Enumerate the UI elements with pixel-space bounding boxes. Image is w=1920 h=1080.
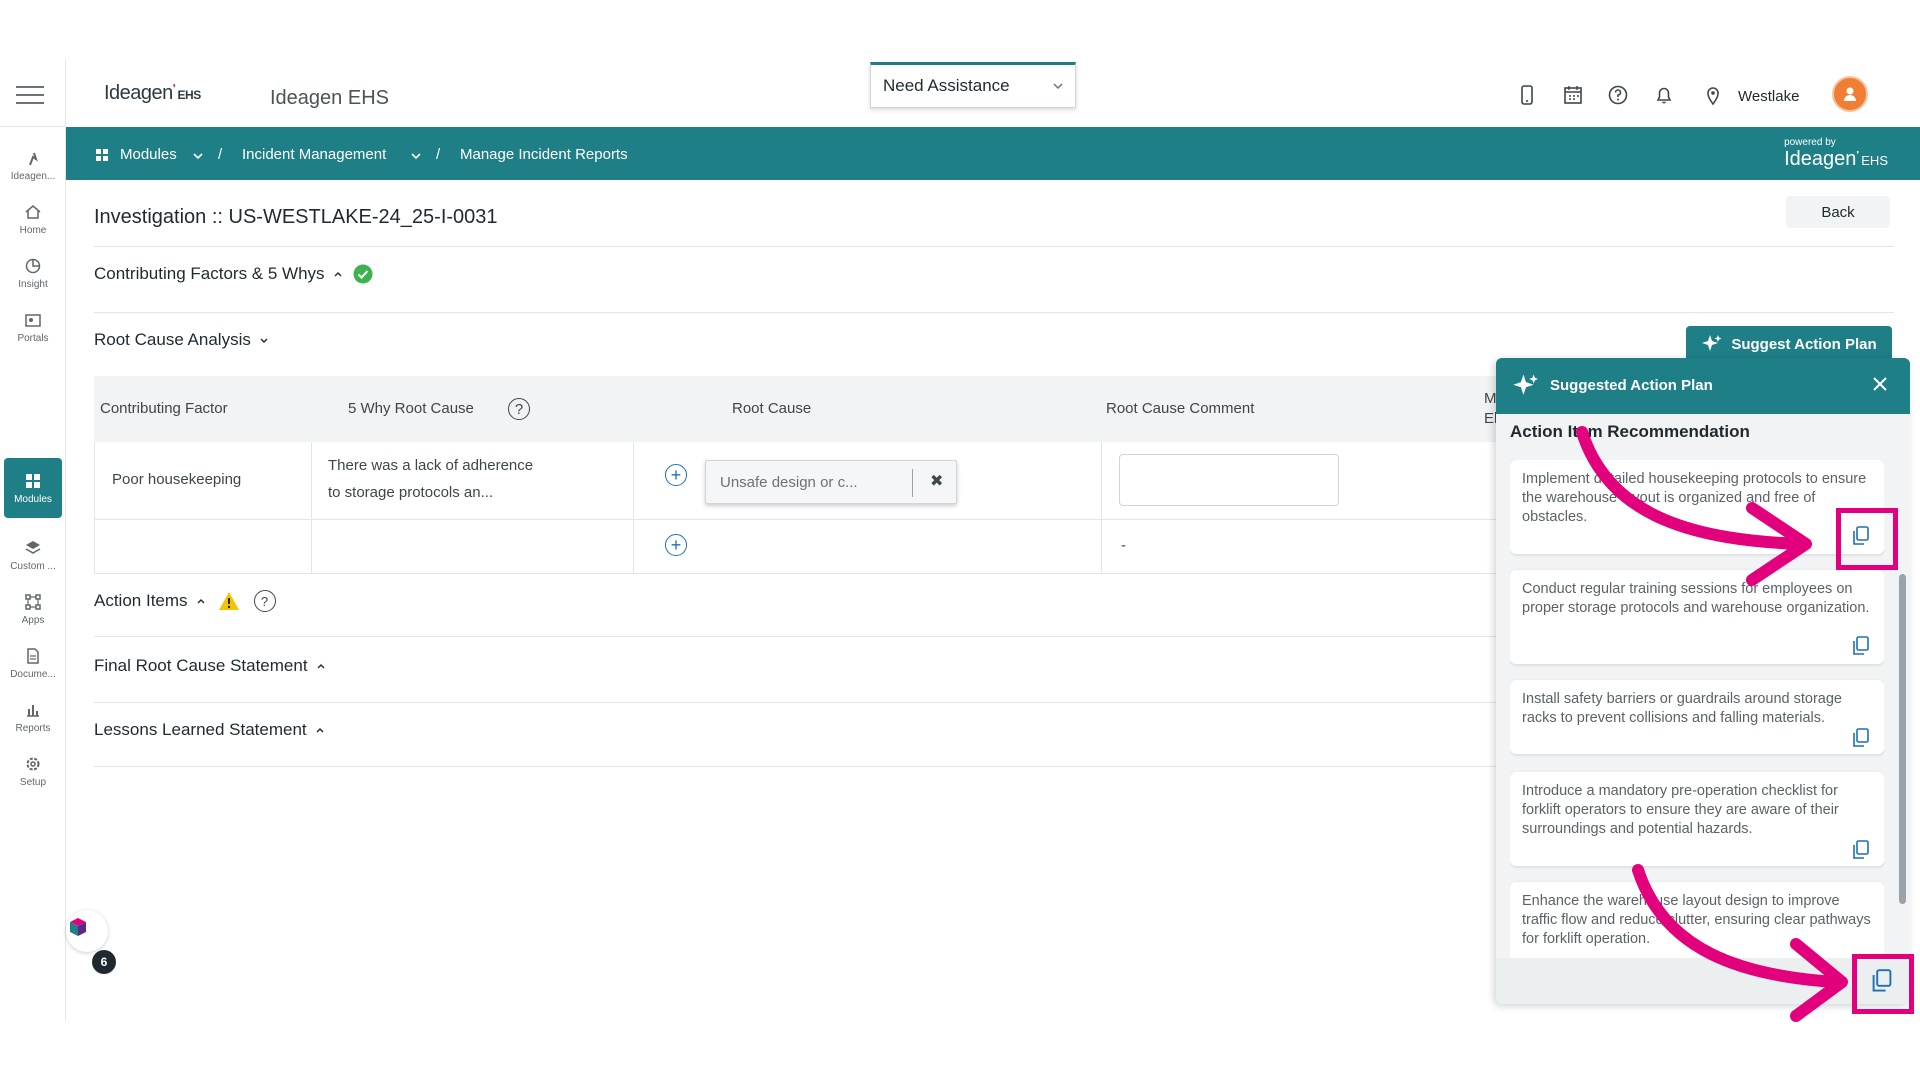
ideagen-logo-icon (29, 152, 38, 165)
help-icon[interactable]: ? (253, 590, 276, 612)
location-pin-icon[interactable] (1702, 84, 1724, 106)
copy-icon[interactable] (1852, 840, 1870, 860)
ideagen-logo[interactable]: Ideagen❜ EHS (104, 82, 201, 105)
section-root-cause-analysis[interactable]: Root Cause Analysis (94, 330, 269, 350)
chevron-down-icon[interactable] (410, 151, 422, 161)
recommendation-list: Implement detailed housekeeping protocol… (1510, 460, 1884, 960)
bell-icon[interactable] (1653, 84, 1675, 106)
highlight-box (1836, 508, 1898, 570)
chevron-down-icon[interactable] (192, 151, 204, 161)
recommendation-card: Conduct regular training sessions for em… (1510, 570, 1884, 664)
ideagen-cube-icon (70, 918, 86, 936)
sparkle-icon (1513, 374, 1539, 395)
recommendation-card: Introduce a mandatory pre-operation chec… (1510, 772, 1884, 866)
rail-item-insight[interactable]: Insight (4, 244, 62, 302)
logo-mark-icon: ❜ (1856, 149, 1860, 160)
breadcrumb-current[interactable]: Manage Incident Reports (460, 146, 628, 163)
section-final-root-cause[interactable]: Final Root Cause Statement (94, 656, 326, 676)
rail-item-reports[interactable]: Reports (4, 688, 62, 746)
pie-chart-icon (25, 258, 41, 273)
top-header: Ideagen❜ EHS Ideagen EHS Need Assistance … (66, 60, 1920, 127)
highlight-box (1852, 954, 1914, 1014)
gear-icon (26, 757, 40, 770)
contributing-factor-cell: Poor housekeeping (112, 471, 242, 488)
recommendation-card: Enhance the warehouse layout design to i… (1510, 882, 1884, 960)
panel-title: Suggested Action Plan (1550, 377, 1713, 394)
document-icon (27, 647, 39, 664)
why-root-cause-cell: There was a lack of adherence (328, 457, 534, 474)
panel-subtitle: Action Item Recommendation (1510, 422, 1750, 441)
section-action-items[interactable]: Action Items ? (94, 590, 276, 612)
rail-item-portals[interactable]: Portals (4, 298, 62, 356)
recommendation-card: Install safety barriers or guardrails ar… (1510, 680, 1884, 754)
back-button[interactable]: Back (1786, 196, 1890, 228)
section-lessons-learned[interactable]: Lessons Learned Statement (94, 720, 325, 740)
check-circle-icon (353, 264, 373, 284)
breadcrumb-modules[interactable]: Modules (120, 146, 177, 163)
table-row: + - (94, 520, 1594, 574)
user-icon (1844, 87, 1856, 101)
root-cause-select[interactable]: Unsafe design or c... ✖ (705, 460, 957, 504)
rail-item-custom[interactable]: Custom ... (4, 526, 62, 584)
rail-item-apps[interactable]: Apps (4, 580, 62, 638)
notification-count-badge: 6 (92, 950, 116, 974)
chevron-up-icon (334, 272, 342, 277)
user-avatar[interactable] (1832, 76, 1868, 112)
chevron-up-icon (317, 664, 325, 669)
chevron-down-icon (1053, 83, 1063, 90)
panel-header: Suggested Action Plan (1496, 358, 1910, 414)
root-cause-comment-cell: - (1121, 537, 1126, 554)
left-rail: Ideagen... Home Insight Portals Modules … (0, 60, 66, 1020)
rail-item-home[interactable]: Home (4, 190, 62, 248)
add-root-cause-icon[interactable]: + (665, 464, 687, 486)
close-icon[interactable] (1868, 372, 1892, 396)
panel-scrollbar[interactable] (1899, 574, 1906, 904)
hamburger-menu-icon[interactable] (16, 86, 44, 104)
suggested-action-plan-panel: Suggested Action Plan Action Item Recomm… (1496, 358, 1910, 1004)
grid-icon (26, 473, 40, 488)
recommendation-card: Implement detailed housekeeping protocol… (1510, 460, 1884, 554)
rail-item-setup[interactable]: Setup (4, 742, 62, 800)
help-icon[interactable] (1607, 84, 1629, 106)
sparkle-icon (1702, 335, 1722, 351)
chevron-down-icon (260, 338, 268, 343)
mobile-icon[interactable] (1516, 84, 1538, 106)
page-title: Investigation :: US-WESTLAKE-24_25-I-003… (94, 206, 498, 228)
apps-icon (25, 593, 41, 610)
copy-icon[interactable] (1852, 636, 1870, 656)
table-header: Contributing Factor 5 Why Root Cause ? R… (94, 376, 1594, 442)
calendar-icon[interactable] (1562, 84, 1584, 106)
add-root-cause-icon[interactable]: + (665, 534, 687, 556)
rail-item-documents[interactable]: Docume... (4, 634, 62, 692)
id-card-icon (25, 313, 41, 327)
app-name: Ideagen EHS (270, 87, 389, 109)
location-label[interactable]: Westlake (1738, 88, 1799, 105)
breadcrumb-incident-management[interactable]: Incident Management (242, 146, 386, 163)
warning-icon (218, 592, 239, 610)
powered-by-logo: powered by Ideagen❜ EHS (1784, 137, 1888, 170)
grid-icon (96, 149, 108, 161)
logo-mark-icon: ❜ (172, 83, 176, 95)
rail-item-modules[interactable]: Modules (4, 458, 62, 518)
table-row: Poor housekeeping There was a lack of ad… (94, 442, 1594, 520)
copy-icon[interactable] (1871, 969, 1893, 993)
chevron-up-icon (197, 599, 205, 604)
bar-chart-icon (27, 704, 39, 717)
assistant-fab[interactable] (66, 910, 108, 952)
chevron-up-icon (316, 728, 324, 733)
rail-item-ideagen[interactable]: Ideagen... (4, 136, 62, 194)
breadcrumb-bar: Modules / Incident Management / Manage I… (66, 127, 1920, 180)
clear-selection-icon[interactable]: ✖ (930, 471, 943, 491)
need-assistance-dropdown[interactable]: Need Assistance (870, 62, 1076, 108)
section-contributing-factors[interactable]: Contributing Factors & 5 Whys (94, 264, 373, 284)
help-icon[interactable]: ? (508, 398, 530, 420)
copy-icon[interactable] (1852, 728, 1870, 748)
root-cause-comment-input[interactable] (1119, 454, 1339, 506)
suggest-action-plan-button[interactable]: Suggest Action Plan (1686, 326, 1892, 362)
layers-icon (25, 540, 41, 554)
home-icon (25, 204, 41, 219)
